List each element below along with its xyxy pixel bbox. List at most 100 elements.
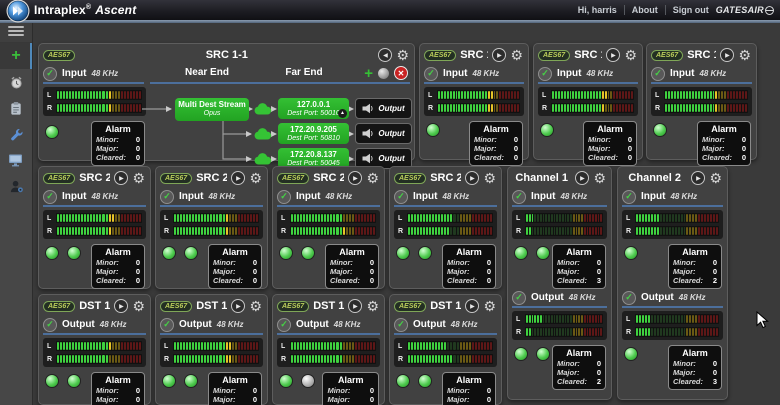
expand-button[interactable]: ▶ bbox=[606, 48, 620, 62]
expand-button[interactable]: ▶ bbox=[465, 171, 479, 185]
meter-segment bbox=[639, 315, 641, 323]
user-greeting-link[interactable]: Hi, harris bbox=[578, 5, 617, 15]
meter-segment bbox=[93, 355, 95, 363]
meter-segment bbox=[657, 328, 659, 336]
meter-segment bbox=[81, 214, 83, 222]
meter-segment bbox=[672, 227, 674, 235]
meter-segment bbox=[570, 328, 572, 336]
meter-segment bbox=[297, 227, 299, 235]
meter-segment bbox=[229, 227, 231, 235]
meter-segment bbox=[238, 342, 240, 350]
meter-segment bbox=[600, 227, 602, 235]
meter-segment bbox=[576, 214, 578, 222]
destination-node[interactable]: 172.20.9.205 Dest Port: 50810 bbox=[278, 123, 349, 144]
delete-stream-button[interactable]: ✕ bbox=[394, 66, 408, 80]
meter-segment bbox=[466, 214, 468, 222]
settings-icon[interactable]: ⚙ bbox=[249, 171, 262, 185]
meter-segment bbox=[545, 315, 547, 323]
meter-segment bbox=[485, 91, 487, 99]
meter-segment bbox=[136, 355, 138, 363]
status-indicators bbox=[162, 244, 198, 260]
meter-segment bbox=[109, 355, 111, 363]
status-row: AlarmMinor:0Major:0Cleared:0 bbox=[394, 239, 497, 289]
settings-icon[interactable]: ⚙ bbox=[132, 299, 145, 313]
settings-icon[interactable]: ⚙ bbox=[738, 48, 751, 62]
output-node[interactable]: Output bbox=[355, 123, 412, 144]
settings-icon[interactable]: ⚙ bbox=[366, 171, 379, 185]
about-link[interactable]: About bbox=[632, 5, 658, 15]
expand-button[interactable]: ▶ bbox=[465, 299, 479, 313]
expand-button[interactable]: ▶ bbox=[492, 48, 506, 62]
meter-segment bbox=[565, 214, 567, 222]
meter-segment bbox=[573, 227, 575, 235]
destination-node[interactable]: 127.0.0.1 Dest Port: 50010 ▲ bbox=[278, 98, 349, 119]
meter-bar bbox=[551, 103, 634, 113]
meter-bar bbox=[407, 354, 493, 364]
meter-segment bbox=[438, 91, 440, 99]
expand-button[interactable]: ▶ bbox=[348, 171, 362, 185]
settings-icon[interactable]: ⚙ bbox=[483, 171, 496, 185]
meter-segment bbox=[121, 355, 123, 363]
meter-segment bbox=[450, 227, 452, 235]
meter-segment bbox=[669, 328, 671, 336]
settings-icon[interactable]: ⚙ bbox=[483, 299, 496, 313]
input-section: ✓Input48 KHzLRAlarmMinor:0Major:0Cleared… bbox=[534, 65, 642, 166]
add-destination-button[interactable]: + bbox=[364, 67, 373, 80]
gatesair-logo: GATESAIR bbox=[716, 5, 774, 15]
expand-button[interactable]: ▶ bbox=[348, 299, 362, 313]
meter-segment bbox=[124, 214, 126, 222]
settings-icon[interactable]: ⚙ bbox=[249, 299, 262, 313]
settings-icon[interactable]: ⚙ bbox=[132, 171, 145, 185]
meter-channel-label: R bbox=[626, 228, 632, 235]
section-label: Input bbox=[179, 191, 203, 202]
meter-segment bbox=[441, 91, 443, 99]
alarm-title: Alarm bbox=[673, 247, 717, 257]
expand-button[interactable]: ▶ bbox=[575, 171, 589, 185]
meter-segment bbox=[616, 91, 618, 99]
meter-segment bbox=[198, 214, 200, 222]
sidebar-item-add-stream[interactable]: + bbox=[0, 43, 32, 69]
status-check-icon: ✓ bbox=[394, 190, 408, 204]
meter-segment bbox=[713, 315, 715, 323]
collapse-button[interactable]: ◀ bbox=[378, 48, 392, 62]
input-section: ✓Input48 KHzLRAlarmMinor:0Major:0Cleared… bbox=[508, 188, 611, 289]
sidebar-item-system-monitor[interactable] bbox=[0, 147, 32, 173]
meter-segment bbox=[675, 214, 677, 222]
configure-button[interactable] bbox=[378, 68, 389, 79]
settings-icon[interactable]: ⚙ bbox=[624, 48, 637, 62]
settings-icon[interactable]: ⚙ bbox=[593, 171, 606, 185]
meter-segment bbox=[420, 342, 422, 350]
multi-dest-stream-node[interactable]: Multi Dest Stream Opus bbox=[175, 98, 249, 121]
sign-out-link[interactable]: Sign out bbox=[673, 5, 709, 15]
menu-toggle-button[interactable] bbox=[0, 20, 32, 43]
meter-segment bbox=[475, 355, 477, 363]
settings-icon[interactable]: ⚙ bbox=[709, 171, 722, 185]
meter-segment bbox=[473, 91, 475, 99]
meter-segment bbox=[683, 91, 685, 99]
expand-button[interactable]: ▶ bbox=[720, 48, 734, 62]
sidebar-item-event-log[interactable] bbox=[0, 95, 32, 121]
expand-button[interactable]: ▶ bbox=[231, 299, 245, 313]
sidebar-item-tools[interactable] bbox=[0, 121, 32, 147]
expand-button[interactable]: ▶ bbox=[231, 171, 245, 185]
settings-icon[interactable]: ⚙ bbox=[366, 299, 379, 313]
meter-segment bbox=[628, 104, 630, 112]
alarm-minor-label: Minor: bbox=[96, 135, 119, 144]
settings-icon[interactable]: ⚙ bbox=[510, 48, 523, 62]
output-node[interactable]: Output bbox=[355, 98, 412, 119]
expand-button[interactable]: ▶ bbox=[114, 299, 128, 313]
meter-segment bbox=[625, 91, 627, 99]
expand-button[interactable]: ▶ bbox=[114, 171, 128, 185]
meter-segment bbox=[63, 104, 65, 112]
alarm-row-major: Major:0 bbox=[330, 267, 374, 276]
settings-icon[interactable]: ⚙ bbox=[396, 48, 409, 62]
meter-bar bbox=[56, 213, 142, 223]
status-row: AlarmMinor:0Major:0Cleared:3 bbox=[622, 340, 723, 390]
meter-segment bbox=[432, 342, 434, 350]
expand-button[interactable]: ▶ bbox=[691, 171, 705, 185]
meter-segment bbox=[306, 342, 308, 350]
sidebar-item-alarms[interactable] bbox=[0, 69, 32, 95]
status-check-icon: ✓ bbox=[512, 190, 526, 204]
meter-segment bbox=[72, 91, 74, 99]
sidebar-item-user-admin[interactable] bbox=[0, 173, 32, 199]
